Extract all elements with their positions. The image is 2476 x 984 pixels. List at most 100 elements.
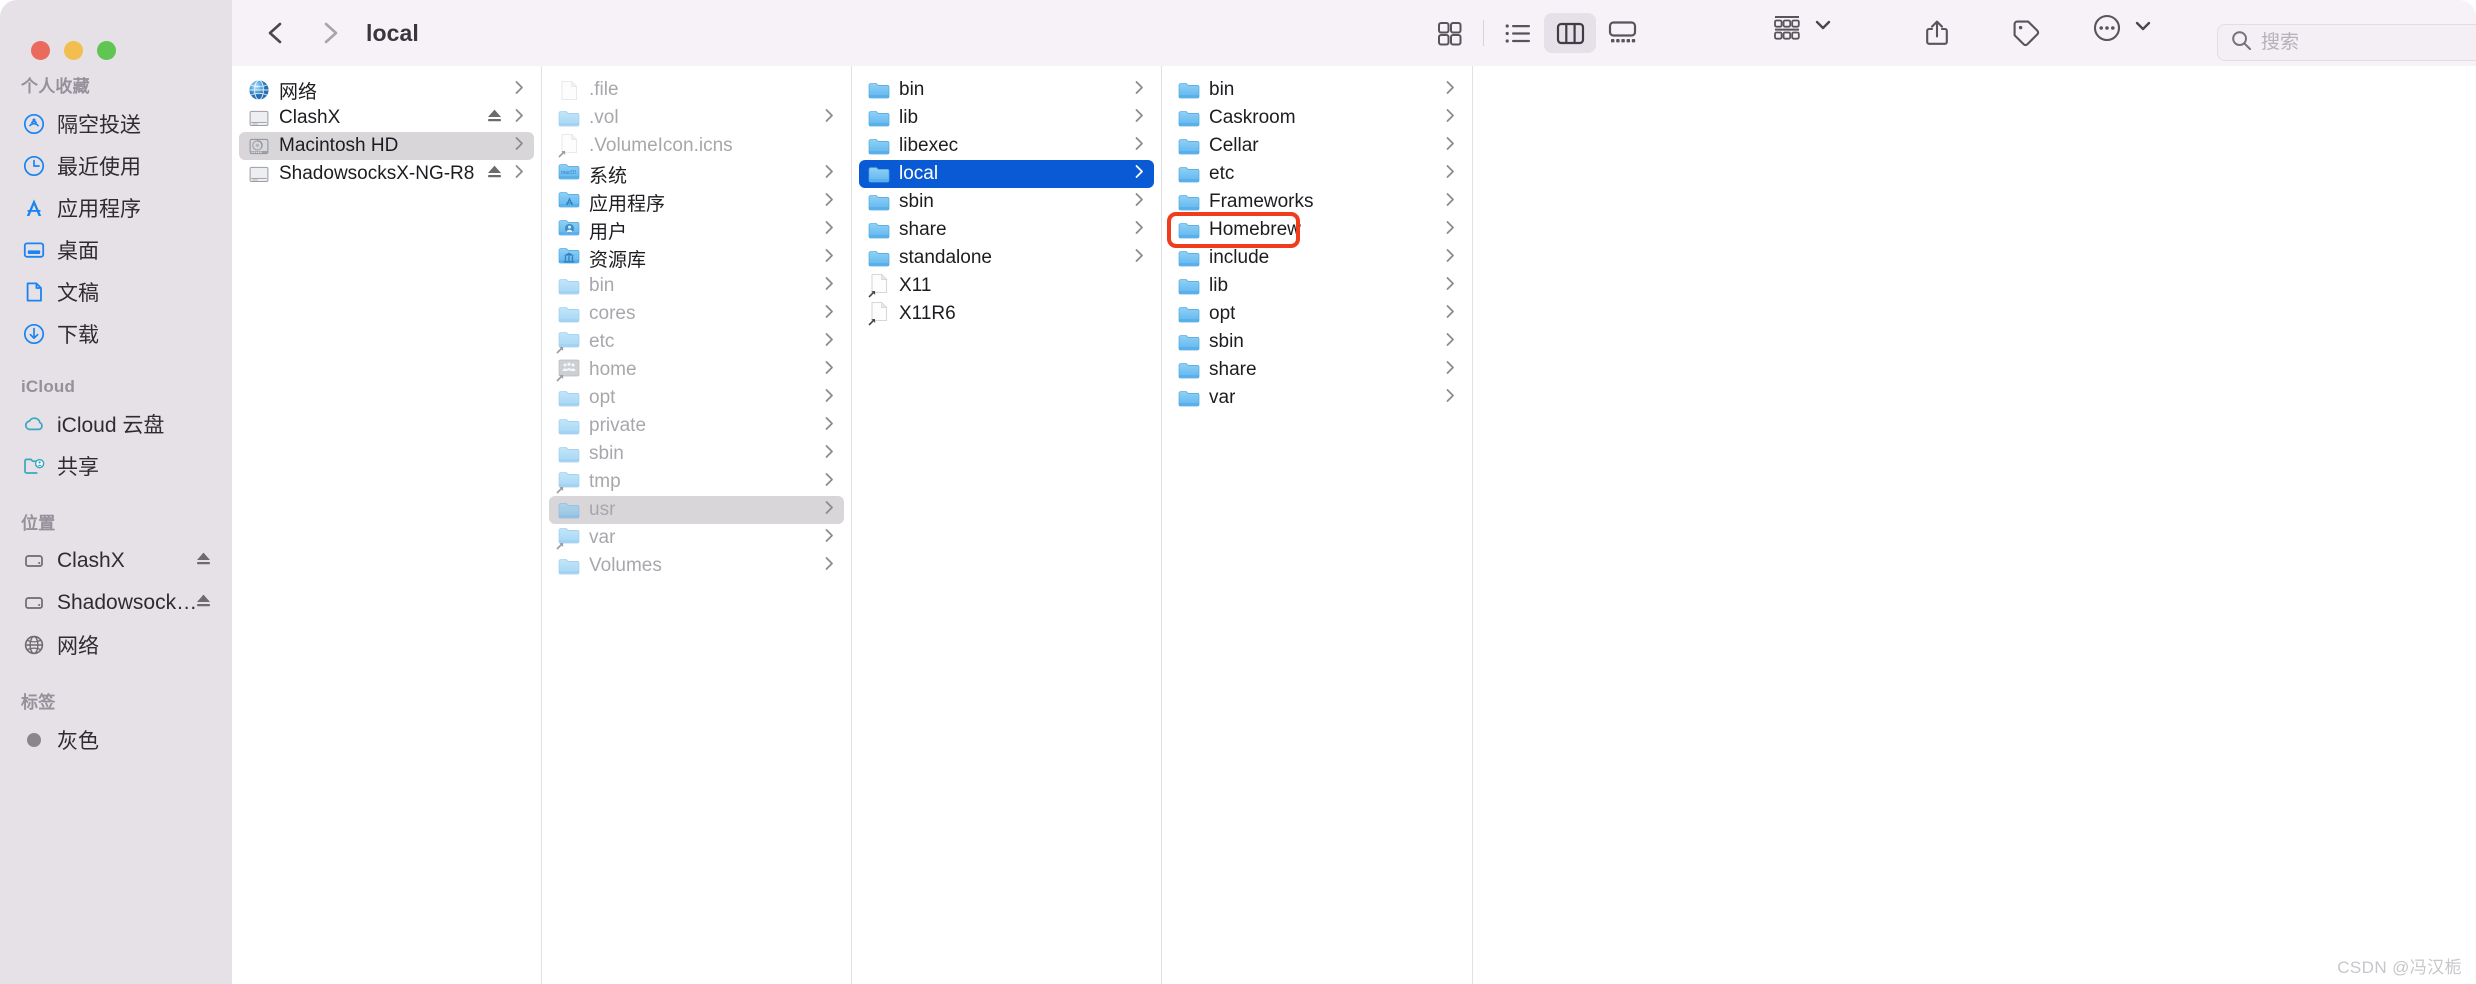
list-item-label: Homebrew [1209,219,1301,241]
list-item[interactable]: 网络 [239,76,534,104]
list-item[interactable]: etc [549,328,844,356]
folder-icon [1178,135,1200,157]
devices-column[interactable]: 网络ClashXMacintosh HDShadowsocksX-NG-R8 [232,66,542,984]
list-item[interactable]: 用户 [549,216,844,244]
list-item[interactable]: sbin [859,188,1154,216]
sidebar-item-灰色[interactable]: 灰色 [9,719,223,761]
sidebar-item-最近使用[interactable]: 最近使用 [9,145,223,187]
eject-icon[interactable] [194,591,213,615]
list-item[interactable]: var [549,524,844,552]
folder-icon [868,79,890,101]
sidebar-item-隔空投送[interactable]: 隔空投送 [9,103,223,145]
list-item[interactable]: 应用程序 [549,188,844,216]
chevron-right-icon [513,135,526,157]
tag-button[interactable] [2004,13,2048,53]
list-item[interactable]: Cellar [1169,132,1465,160]
folder-icon [558,275,580,297]
gallery-view-button[interactable] [1596,13,1648,53]
list-item[interactable]: private [549,412,844,440]
local-column[interactable]: binCaskroomCellaretcFrameworks Homebrew in… [1162,66,1473,984]
list-item[interactable]: opt [1169,300,1465,328]
list-item[interactable]: var [1169,384,1465,412]
sidebar-item-icloud-云盘[interactable]: iCloud 云盘 [9,403,223,445]
list-item[interactable]: libexec [859,132,1154,160]
list-item[interactable]: sbin [1169,328,1465,356]
list-item-label: lib [899,107,918,129]
list-item[interactable]: etc [1169,160,1465,188]
list-item[interactable]: bin [1169,76,1465,104]
list-item[interactable]: share [1169,356,1465,384]
sidebar-item-label: 隔空投送 [57,109,141,139]
root-column[interactable]: .file .vol .VolumeIcon.icnsmacOS系统应用程序用户资源… [542,66,852,984]
list-item[interactable]: Caskroom [1169,104,1465,132]
group-by-button[interactable] [1772,13,1832,41]
list-view-button[interactable] [1492,13,1544,53]
network-globe-icon [248,79,270,101]
list-item[interactable]: Frameworks [1169,188,1465,216]
list-item[interactable]: tmp [549,468,844,496]
list-item-label: .vol [589,107,619,129]
column-view-button[interactable] [1544,13,1596,53]
list-item[interactable]: .file [549,76,844,104]
search-box[interactable] [2217,24,2476,61]
list-item[interactable]: ShadowsocksX-NG-R8 [239,160,534,188]
sidebar-item-shadowsocksx...[interactable]: ShadowsocksX... [9,582,223,624]
search-input[interactable] [2261,32,2476,54]
folder-icon [868,107,890,129]
list-item[interactable]: lib [1169,272,1465,300]
list-item[interactable]: Volumes [549,552,844,580]
chevron-down-icon[interactable] [2134,19,2152,37]
eject-icon[interactable] [485,162,504,186]
list-item[interactable]: opt [549,384,844,412]
sidebar-scroll-area[interactable]: 个人收藏隔空投送最近使用应用程序桌面文稿下载iCloudiCloud 云盘共享位… [0,64,232,984]
usr-column[interactable]: binliblibexeclocalsbinsharestandaloneX11… [852,66,1162,984]
sidebar-item-下载[interactable]: 下载 [9,313,223,355]
sidebar-item-应用程序[interactable]: 应用程序 [9,187,223,229]
list-item[interactable]: bin [549,272,844,300]
list-item[interactable]: lib [859,104,1154,132]
more-actions-button[interactable] [2092,13,2152,43]
list-item[interactable]: cores [549,300,844,328]
minimize-button[interactable] [64,41,83,60]
chevron-down-icon[interactable] [1814,18,1832,36]
list-item[interactable]: Macintosh HD [239,132,534,160]
list-item[interactable]: .VolumeIcon.icns [549,132,844,160]
sidebar-item-label: 文稿 [57,277,99,307]
list-item[interactable]: standalone [859,244,1154,272]
eject-icon[interactable] [194,549,213,573]
icon-view-button[interactable] [1423,13,1475,53]
forward-button[interactable] [308,13,352,53]
disk-icon [21,548,47,574]
list-item[interactable]: bin [859,76,1154,104]
list-item[interactable]: Homebrew [1169,216,1465,244]
back-button[interactable] [254,13,298,53]
list-item[interactable]: sbin [549,440,844,468]
folder-icon [868,191,890,213]
list-item[interactable]: usr [549,496,844,524]
sidebar-item-clashx[interactable]: ClashX [9,540,223,582]
sidebar-item-文稿[interactable]: 文稿 [9,271,223,313]
list-item[interactable]: local [859,160,1154,188]
list-item[interactable]: .vol [549,104,844,132]
sidebar-item-label: iCloud 云盘 [57,409,164,439]
list-item-label: 用户 [589,217,627,244]
sidebar-item-共享[interactable]: 共享 [9,445,223,487]
sidebar-item-桌面[interactable]: 桌面 [9,229,223,271]
list-item[interactable]: X11R6 [859,300,1154,328]
close-button[interactable] [31,41,50,60]
preview-column[interactable] [1473,66,2476,984]
list-item[interactable]: macOS系统 [549,160,844,188]
zoom-button[interactable] [97,41,116,60]
sidebar-item-网络[interactable]: 网络 [9,624,223,666]
eject-icon[interactable] [485,106,504,130]
list-item[interactable]: X11 [859,272,1154,300]
list-item[interactable]: ClashX [239,104,534,132]
chevron-right-icon [823,471,836,493]
share-button[interactable] [1915,13,1959,53]
list-item[interactable]: 资源库 [549,244,844,272]
clock-icon [21,153,47,179]
list-item[interactable]: share [859,216,1154,244]
list-item[interactable]: home [549,356,844,384]
list-item[interactable]: include [1169,244,1465,272]
chevron-right-icon [823,191,836,213]
